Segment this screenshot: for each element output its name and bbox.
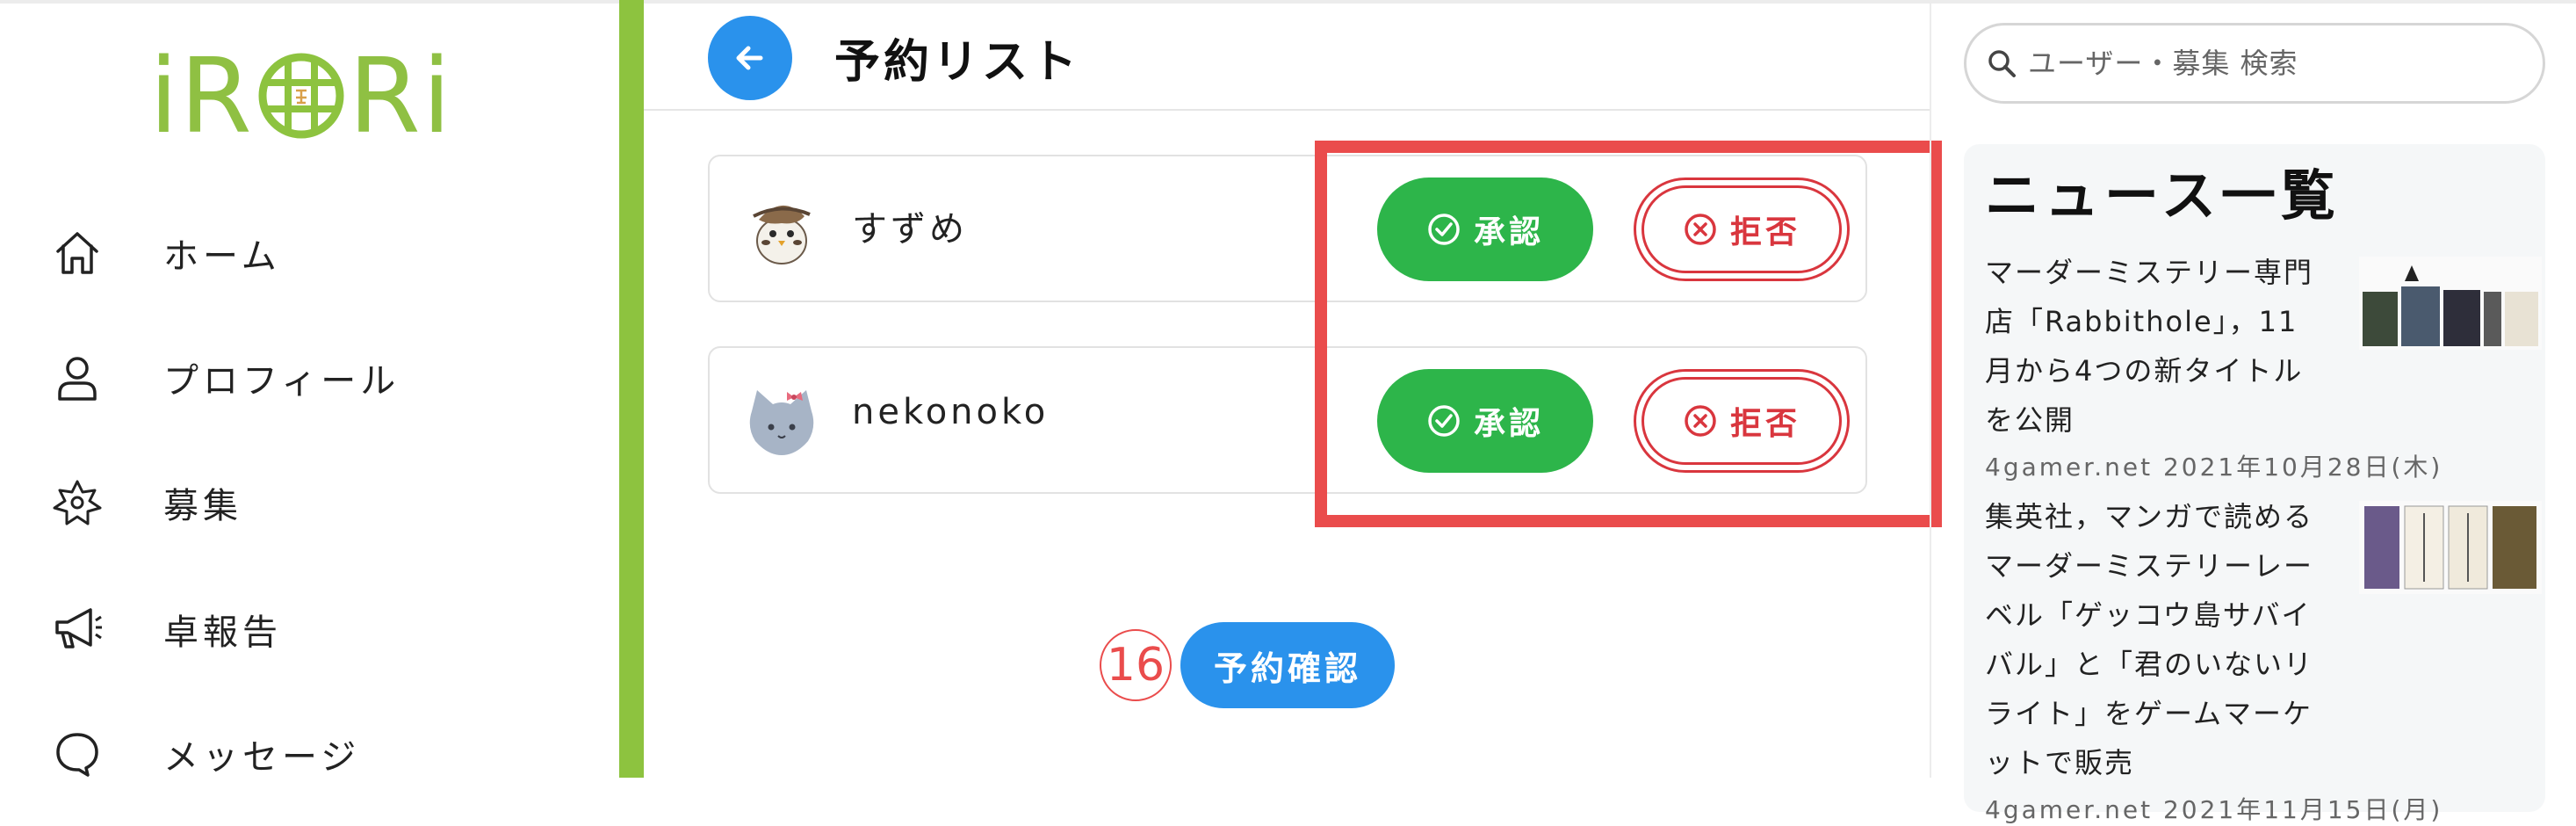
news-title: ニュース一覧 bbox=[1985, 163, 2341, 228]
news-item-meta: 4gamer.net 2021年10月28日(木) bbox=[1985, 453, 2443, 482]
nav-item-profile[interactable]: プロフィール bbox=[49, 343, 400, 413]
news-item[interactable]: マーダーミステリー専門 店「Rabbithole」，11 月から4つの新タイトル… bbox=[1985, 248, 2542, 483]
search-input[interactable] bbox=[2026, 46, 2522, 81]
sparrow-avatar[interactable] bbox=[743, 190, 820, 267]
recruit-icon bbox=[49, 475, 105, 531]
nav-item-recruit[interactable]: 募集 bbox=[49, 467, 242, 538]
news-item-meta: 4gamer.net 2021年11月15日(月) bbox=[1985, 795, 2443, 824]
message-icon bbox=[49, 726, 105, 782]
main-column-divider bbox=[1930, 0, 1931, 778]
step-number-badge: 16 bbox=[1100, 629, 1172, 701]
logo-emblem-icon bbox=[258, 53, 344, 139]
annotation-highlight-box bbox=[1315, 141, 1942, 527]
logo-letters-right: Ri bbox=[348, 35, 453, 156]
user-icon bbox=[49, 350, 105, 406]
reservation-username: nekonoko bbox=[852, 392, 1050, 432]
home-icon bbox=[49, 225, 105, 281]
nav-label-profile: プロフィール bbox=[163, 361, 400, 402]
nav-item-home[interactable]: ホーム bbox=[49, 218, 281, 288]
news-item-title[interactable]: マーダーミステリー専門 店「Rabbithole」，11 月から4つの新タイトル… bbox=[1985, 248, 2329, 445]
arrow-left-icon bbox=[731, 39, 769, 77]
reservation-username: すずめ bbox=[852, 209, 968, 250]
nav-label-messages: メッセージ bbox=[163, 737, 361, 778]
news-item[interactable]: 集英社，マンガで読める マーダーミステリーレー ベル「ゲッコウ島サバイ バル」と… bbox=[1985, 492, 2542, 826]
nav-label-home: ホーム bbox=[163, 236, 281, 277]
sidebar-accent-bar bbox=[619, 0, 644, 778]
cat-avatar[interactable] bbox=[743, 381, 820, 459]
search-icon bbox=[1986, 47, 2017, 79]
nav-label-recruit: 募集 bbox=[163, 486, 242, 526]
app-logo[interactable]: iR Ri bbox=[149, 39, 453, 153]
header-divider bbox=[644, 109, 1930, 111]
back-button[interactable] bbox=[708, 16, 792, 100]
news-thumbnail[interactable] bbox=[2359, 501, 2542, 594]
nav-item-report[interactable]: 卓報告 bbox=[49, 594, 282, 664]
nav-label-report: 卓報告 bbox=[163, 612, 282, 653]
search-box[interactable] bbox=[1964, 23, 2545, 104]
megaphone-icon bbox=[49, 601, 105, 657]
nav-item-messages[interactable]: メッセージ bbox=[49, 719, 360, 789]
page-title: 予約リスト bbox=[834, 36, 1081, 89]
news-thumbnail[interactable] bbox=[2359, 257, 2542, 350]
news-panel: ニュース一覧 マーダーミステリー専門 店「Rabbithole」，11 月から4… bbox=[1964, 144, 2545, 824]
news-item-title[interactable]: 集英社，マンガで読める マーダーミステリーレー ベル「ゲッコウ島サバイ バル」と… bbox=[1985, 492, 2329, 787]
logo-letters-left: iR bbox=[149, 35, 254, 156]
reservation-confirm-button[interactable]: 予約確認 bbox=[1180, 622, 1395, 708]
top-border bbox=[0, 0, 2576, 4]
